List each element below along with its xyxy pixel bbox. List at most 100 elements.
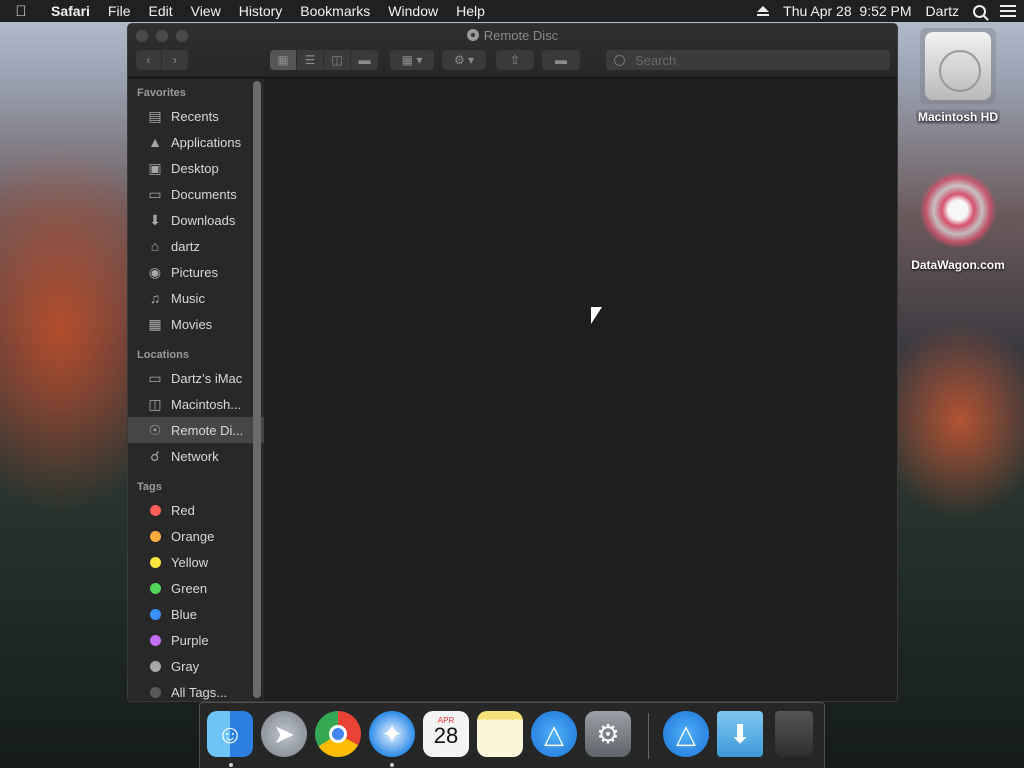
menu-view[interactable]: View	[182, 3, 230, 19]
finder-window: Remote Disc ‹ › ▦ ☰ ◫ ▬ ▦ ▾ ⚙ ▾ ⇧ ▬ Sear…	[127, 23, 898, 702]
datawagon-logo-icon	[920, 172, 996, 248]
tags-button[interactable]: ▬	[542, 50, 580, 70]
launchpad-dock-icon[interactable]: ➤	[261, 711, 307, 757]
sidebar-item-label: Yellow	[171, 554, 209, 570]
disc-icon	[466, 29, 479, 41]
sidebar-item-label: Recents	[171, 108, 219, 124]
desktop-icon: ▣	[148, 159, 162, 176]
sidebar-item-label: Remote Di...	[171, 422, 244, 438]
safari-dock-icon[interactable]: ✦	[369, 711, 415, 757]
sidebar-tag-orange[interactable]: Orange	[128, 523, 264, 549]
sidebar-item-label: Dartz’s iMac	[171, 370, 243, 386]
back-forward-group: ‹ ›	[136, 50, 188, 70]
file-browser-area[interactable]	[265, 79, 897, 701]
sidebar-item-label: Downloads	[171, 212, 236, 228]
system-preferences-dock-icon[interactable]: ⚙	[585, 711, 631, 757]
search-icon	[614, 54, 625, 66]
sidebar-item-label: Music	[171, 290, 205, 306]
dock: ☺ ➤ ✦ APR 28 △ ⚙ △ ⬇	[199, 702, 825, 768]
spotlight-icon[interactable]	[973, 4, 986, 18]
gallery-view-button[interactable]: ▬	[351, 50, 378, 70]
menu-help[interactable]: Help	[447, 3, 494, 19]
sidebar-item-recents[interactable]: ▤ Recents	[128, 103, 264, 129]
column-view-button[interactable]: ◫	[324, 50, 351, 70]
sidebar: Favorites ▤ Recents ▲ Applications ▣ Deskto…	[128, 79, 264, 701]
sidebar-header-tags: Tags	[137, 481, 162, 493]
chrome-dock-icon[interactable]	[315, 711, 361, 757]
icon-view-button[interactable]: ▦	[270, 50, 297, 70]
sidebar-tag-purple[interactable]: Purple	[128, 627, 264, 653]
calendar-dock-icon[interactable]: APR 28	[423, 711, 469, 757]
notes-dock-icon[interactable]	[477, 711, 523, 757]
sidebar-all-tags[interactable]: All Tags...	[128, 679, 264, 701]
desktop-macintosh-hd-label: Macintosh HD	[915, 110, 1000, 124]
sidebar-item-dartz[interactable]: ⌂ dartz	[128, 233, 264, 259]
sidebar-item-label: dartz	[171, 238, 200, 254]
film-icon: ▦	[148, 315, 162, 332]
title-bar: Remote Disc ‹ › ▦ ☰ ◫ ▬ ▦ ▾ ⚙ ▾ ⇧ ▬ Sear…	[128, 24, 897, 78]
sidebar-item-music[interactable]: ♫ Music	[128, 285, 264, 311]
back-button[interactable]: ‹	[136, 50, 162, 70]
sidebar-item-downloads[interactable]: ⬇ Downloads	[128, 207, 264, 233]
sidebar-item-label: Macintosh...	[171, 396, 242, 412]
search-input[interactable]: Search	[606, 50, 890, 70]
menu-window[interactable]: Window	[379, 3, 447, 19]
eject-icon[interactable]	[757, 6, 770, 16]
sidebar-header-locations: Locations	[137, 349, 189, 361]
sidebar-item-label: Blue	[171, 606, 198, 622]
tag-color-dot	[150, 660, 161, 672]
forward-button[interactable]: ›	[162, 50, 188, 70]
sidebar-item-applications[interactable]: ▲ Applications	[128, 129, 264, 155]
sidebar-item-desktop[interactable]: ▣ Desktop	[128, 155, 264, 181]
menubar-clock[interactable]: Thu Apr 28 9:52 PM	[783, 3, 911, 19]
window-title: Remote Disc	[128, 28, 897, 43]
desktop-datawagon-label: DataWagon.com	[911, 258, 1005, 272]
share-button[interactable]: ⇧	[496, 50, 534, 70]
sidebar-item-pictures[interactable]: ◉ Pictures	[128, 259, 264, 285]
sidebar-tag-blue[interactable]: Blue	[128, 601, 264, 627]
notification-center-icon[interactable]	[1000, 5, 1016, 17]
trash-dock-icon[interactable]	[775, 711, 813, 757]
sidebar-item-remote-disc[interactable]: ☉ Remote Di...	[128, 417, 264, 443]
sidebar-scrollbar[interactable]	[253, 81, 261, 698]
downloads-icon: ⬇	[149, 211, 161, 228]
safari-running-indicator	[390, 763, 394, 767]
sidebar-tag-red[interactable]: Red	[128, 497, 264, 523]
sidebar-item-label: Network	[171, 448, 219, 464]
sidebar-item-imac[interactable]: ▭ Dartz’s iMac	[128, 365, 264, 391]
menu-history[interactable]: History	[230, 3, 292, 19]
group-by-button[interactable]: ▦ ▾	[390, 50, 434, 70]
menu-app-name[interactable]: Safari	[42, 3, 99, 19]
disc-icon: ☉	[148, 421, 162, 438]
downloads-folder-dock-icon[interactable]: ⬇	[717, 711, 763, 757]
tag-color-dot	[150, 556, 161, 568]
menu-bar:  Safari File Edit View History Bookmark…	[0, 0, 1024, 22]
sidebar-item-movies[interactable]: ▦ Movies	[128, 311, 264, 337]
desktop-macintosh-hd[interactable]: Macintosh HD	[910, 28, 1006, 124]
app-store-dock-icon[interactable]: △	[531, 711, 577, 757]
sidebar-tag-gray[interactable]: Gray	[128, 653, 264, 679]
menu-edit[interactable]: Edit	[139, 3, 181, 19]
tag-color-dot	[150, 582, 161, 594]
list-view-button[interactable]: ☰	[297, 50, 324, 70]
sidebar-item-macintosh-hd[interactable]: ◫ Macintosh...	[128, 391, 264, 417]
menubar-user[interactable]: Dartz	[926, 3, 959, 19]
apple-menu-icon[interactable]: 	[0, 3, 42, 20]
action-gear-button[interactable]: ⚙ ▾	[442, 50, 486, 70]
menu-bookmarks[interactable]: Bookmarks	[291, 3, 379, 19]
menu-file[interactable]: File	[99, 3, 140, 19]
sidebar-tag-green[interactable]: Green	[128, 575, 264, 601]
sidebar-item-label: Green	[171, 580, 208, 596]
view-mode-group: ▦ ☰ ◫ ▬	[270, 50, 378, 70]
sidebar-item-documents[interactable]: ▭ Documents	[128, 181, 264, 207]
calendar-day: 28	[433, 722, 459, 748]
sidebar-item-network[interactable]: ☌ Network	[128, 443, 264, 469]
documents-icon: ▭	[148, 185, 162, 202]
app-store-download-dock-icon[interactable]: △	[663, 711, 709, 757]
desktop-datawagon[interactable]: DataWagon.com	[900, 172, 1016, 272]
finder-running-indicator	[229, 763, 233, 767]
sidebar-item-label: Purple	[171, 632, 209, 648]
sidebar-tag-yellow[interactable]: Yellow	[128, 549, 264, 575]
sidebar-item-label: Documents	[171, 186, 237, 202]
finder-dock-icon[interactable]: ☺	[207, 711, 253, 757]
